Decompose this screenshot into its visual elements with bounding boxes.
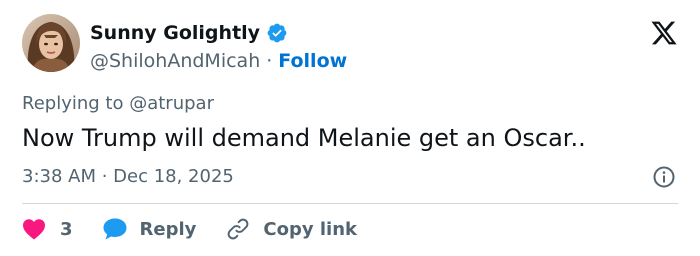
reply-button[interactable]: Reply	[102, 217, 197, 241]
tweet-card: Sunny Golightly @ShilohAndMicah · Follow…	[0, 0, 700, 256]
copy-link-label: Copy link	[263, 218, 357, 240]
heart-icon	[23, 219, 45, 240]
avatar[interactable]	[22, 14, 80, 72]
avatar-image	[22, 14, 80, 72]
reply-label: Reply	[139, 218, 197, 240]
user-handle[interactable]: @ShilohAndMicah	[90, 51, 260, 71]
name-row: Sunny Golightly	[90, 20, 347, 46]
separator-dot: ·	[266, 49, 273, 72]
copy-link-button[interactable]: Copy link	[225, 216, 357, 242]
follow-button[interactable]: Follow	[278, 51, 347, 71]
like-button[interactable]: 3	[22, 218, 73, 240]
display-name[interactable]: Sunny Golightly	[90, 23, 260, 43]
action-bar: 3 Reply Copy link	[22, 214, 357, 244]
tweet-timestamp[interactable]: 3:38 AM · Dec 18, 2025	[22, 166, 234, 187]
tweet-text: Now Trump will demand Melanie get an Osc…	[22, 124, 586, 152]
x-logo-icon[interactable]	[650, 19, 678, 47]
author-info: Sunny Golightly @ShilohAndMicah · Follow	[90, 20, 347, 74]
replying-to: Replying to @atrupar	[22, 93, 214, 114]
handle-row: @ShilohAndMicah · Follow	[90, 48, 347, 74]
replying-prefix: Replying to	[22, 93, 124, 114]
info-icon[interactable]	[652, 165, 676, 189]
link-icon	[228, 218, 249, 240]
divider	[22, 203, 678, 204]
like-count: 3	[60, 218, 73, 240]
speech-bubble-icon	[103, 218, 127, 240]
verified-badge-icon	[266, 22, 288, 44]
replying-to-mention[interactable]: @atrupar	[129, 93, 214, 114]
